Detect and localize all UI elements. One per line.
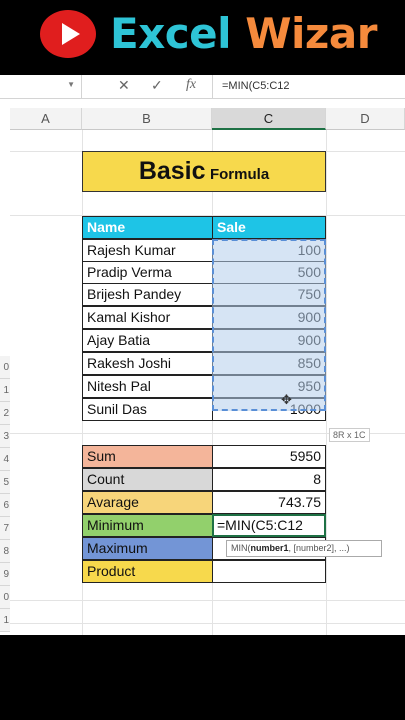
row-header[interactable]: 5 — [0, 471, 10, 494]
move-cursor-icon: ✥ — [281, 392, 292, 407]
cell-name[interactable]: Brijesh Pandey — [82, 283, 213, 306]
confirm-icon[interactable]: ✓ — [151, 77, 163, 94]
function-tooltip: MIN(number1, [number2], ...) — [226, 540, 382, 557]
cell-sale[interactable]: 100 — [212, 239, 326, 262]
value-product[interactable] — [212, 560, 326, 583]
column-header-d[interactable]: D — [326, 108, 405, 130]
cell-name[interactable]: Kamal Kishor — [82, 306, 213, 329]
chevron-down-icon[interactable]: ▼ — [67, 80, 75, 89]
channel-title: Excel Wizar — [110, 8, 377, 60]
cell-name[interactable]: Pradip Verma — [82, 261, 213, 284]
title-sub: Formula — [209, 166, 270, 183]
channel-title-part2: Wizar — [245, 9, 377, 58]
cell-sale[interactable]: 900 — [212, 306, 326, 329]
cell-name[interactable]: Nitesh Pal — [82, 375, 213, 398]
tooltip-prefix: MIN( — [231, 543, 251, 553]
insert-function-icon[interactable]: fx — [186, 77, 196, 93]
header-sale[interactable]: Sale — [212, 216, 326, 239]
grid-line — [326, 130, 327, 635]
tooltip-arg1[interactable]: number1 — [251, 543, 289, 553]
cell-name[interactable]: Ajay Batia — [82, 329, 213, 352]
cell-sale[interactable]: 950 — [212, 375, 326, 398]
cancel-icon[interactable]: ✕ — [118, 77, 130, 94]
label-count[interactable]: Count — [82, 468, 213, 491]
cell-sale[interactable]: 750 — [212, 283, 326, 306]
spreadsheet: ▼ ✕ ✓ fx =MIN(C5:C12 A B C D 0 1 2 3 4 5… — [0, 75, 405, 635]
cell-name[interactable]: Sunil Das — [82, 398, 213, 421]
cell-sale[interactable]: 500 — [212, 261, 326, 284]
title-cell[interactable]: Basic Formula — [82, 151, 326, 192]
cell-sale[interactable]: 850 — [212, 352, 326, 375]
row-header[interactable]: 0 — [0, 356, 10, 379]
row-header[interactable]: 7 — [0, 517, 10, 540]
selection-size-tooltip: 8R x 1C — [329, 428, 370, 442]
title-main: Basic — [138, 157, 206, 185]
bottom-bar — [0, 635, 405, 720]
row-header[interactable]: 3 — [0, 425, 10, 448]
label-minimum[interactable]: Minimum — [82, 514, 213, 537]
row-header[interactable]: 9 — [0, 563, 10, 586]
cell-sale[interactable]: 1000 — [212, 398, 326, 421]
column-header-b[interactable]: B — [82, 108, 212, 130]
tooltip-rest: , [number2], ...) — [288, 543, 350, 553]
formula-bar-divider — [212, 75, 213, 99]
row-header[interactable]: 6 — [0, 494, 10, 517]
value-average[interactable]: 743.75 — [212, 491, 326, 514]
column-header-a[interactable]: A — [10, 108, 82, 130]
row-header[interactable]: 2 — [0, 402, 10, 425]
label-average[interactable]: Avarage — [82, 491, 213, 514]
value-sum[interactable]: 5950 — [212, 445, 326, 468]
row-header[interactable]: 0 — [0, 586, 10, 609]
value-minimum-editing[interactable]: =MIN(C5:C12 — [212, 514, 326, 537]
name-box[interactable]: ▼ — [0, 75, 82, 99]
row-header[interactable]: 4 — [0, 448, 10, 471]
grid-line — [10, 600, 405, 601]
cell-name[interactable]: Rajesh Kumar — [82, 239, 213, 262]
youtube-play-icon — [40, 10, 96, 58]
header-name[interactable]: Name — [82, 216, 213, 239]
channel-title-part1: Excel — [110, 9, 232, 58]
row-header[interactable]: 1 — [0, 379, 10, 402]
column-header-c[interactable]: C — [212, 108, 326, 130]
banner: Excel Wizar — [0, 0, 405, 75]
row-header[interactable]: 8 — [0, 540, 10, 563]
grid-line — [10, 623, 405, 624]
label-maximum[interactable]: Maximum — [82, 537, 213, 560]
row-header[interactable]: 1 — [0, 609, 10, 632]
value-count[interactable]: 8 — [212, 468, 326, 491]
cell-name[interactable]: Rakesh Joshi — [82, 352, 213, 375]
formula-bar: ▼ ✕ ✓ fx =MIN(C5:C12 — [0, 75, 405, 99]
label-sum[interactable]: Sum — [82, 445, 213, 468]
formula-input[interactable]: =MIN(C5:C12 — [222, 80, 290, 92]
cell-sale[interactable]: 900 — [212, 329, 326, 352]
label-product[interactable]: Product — [82, 560, 213, 583]
